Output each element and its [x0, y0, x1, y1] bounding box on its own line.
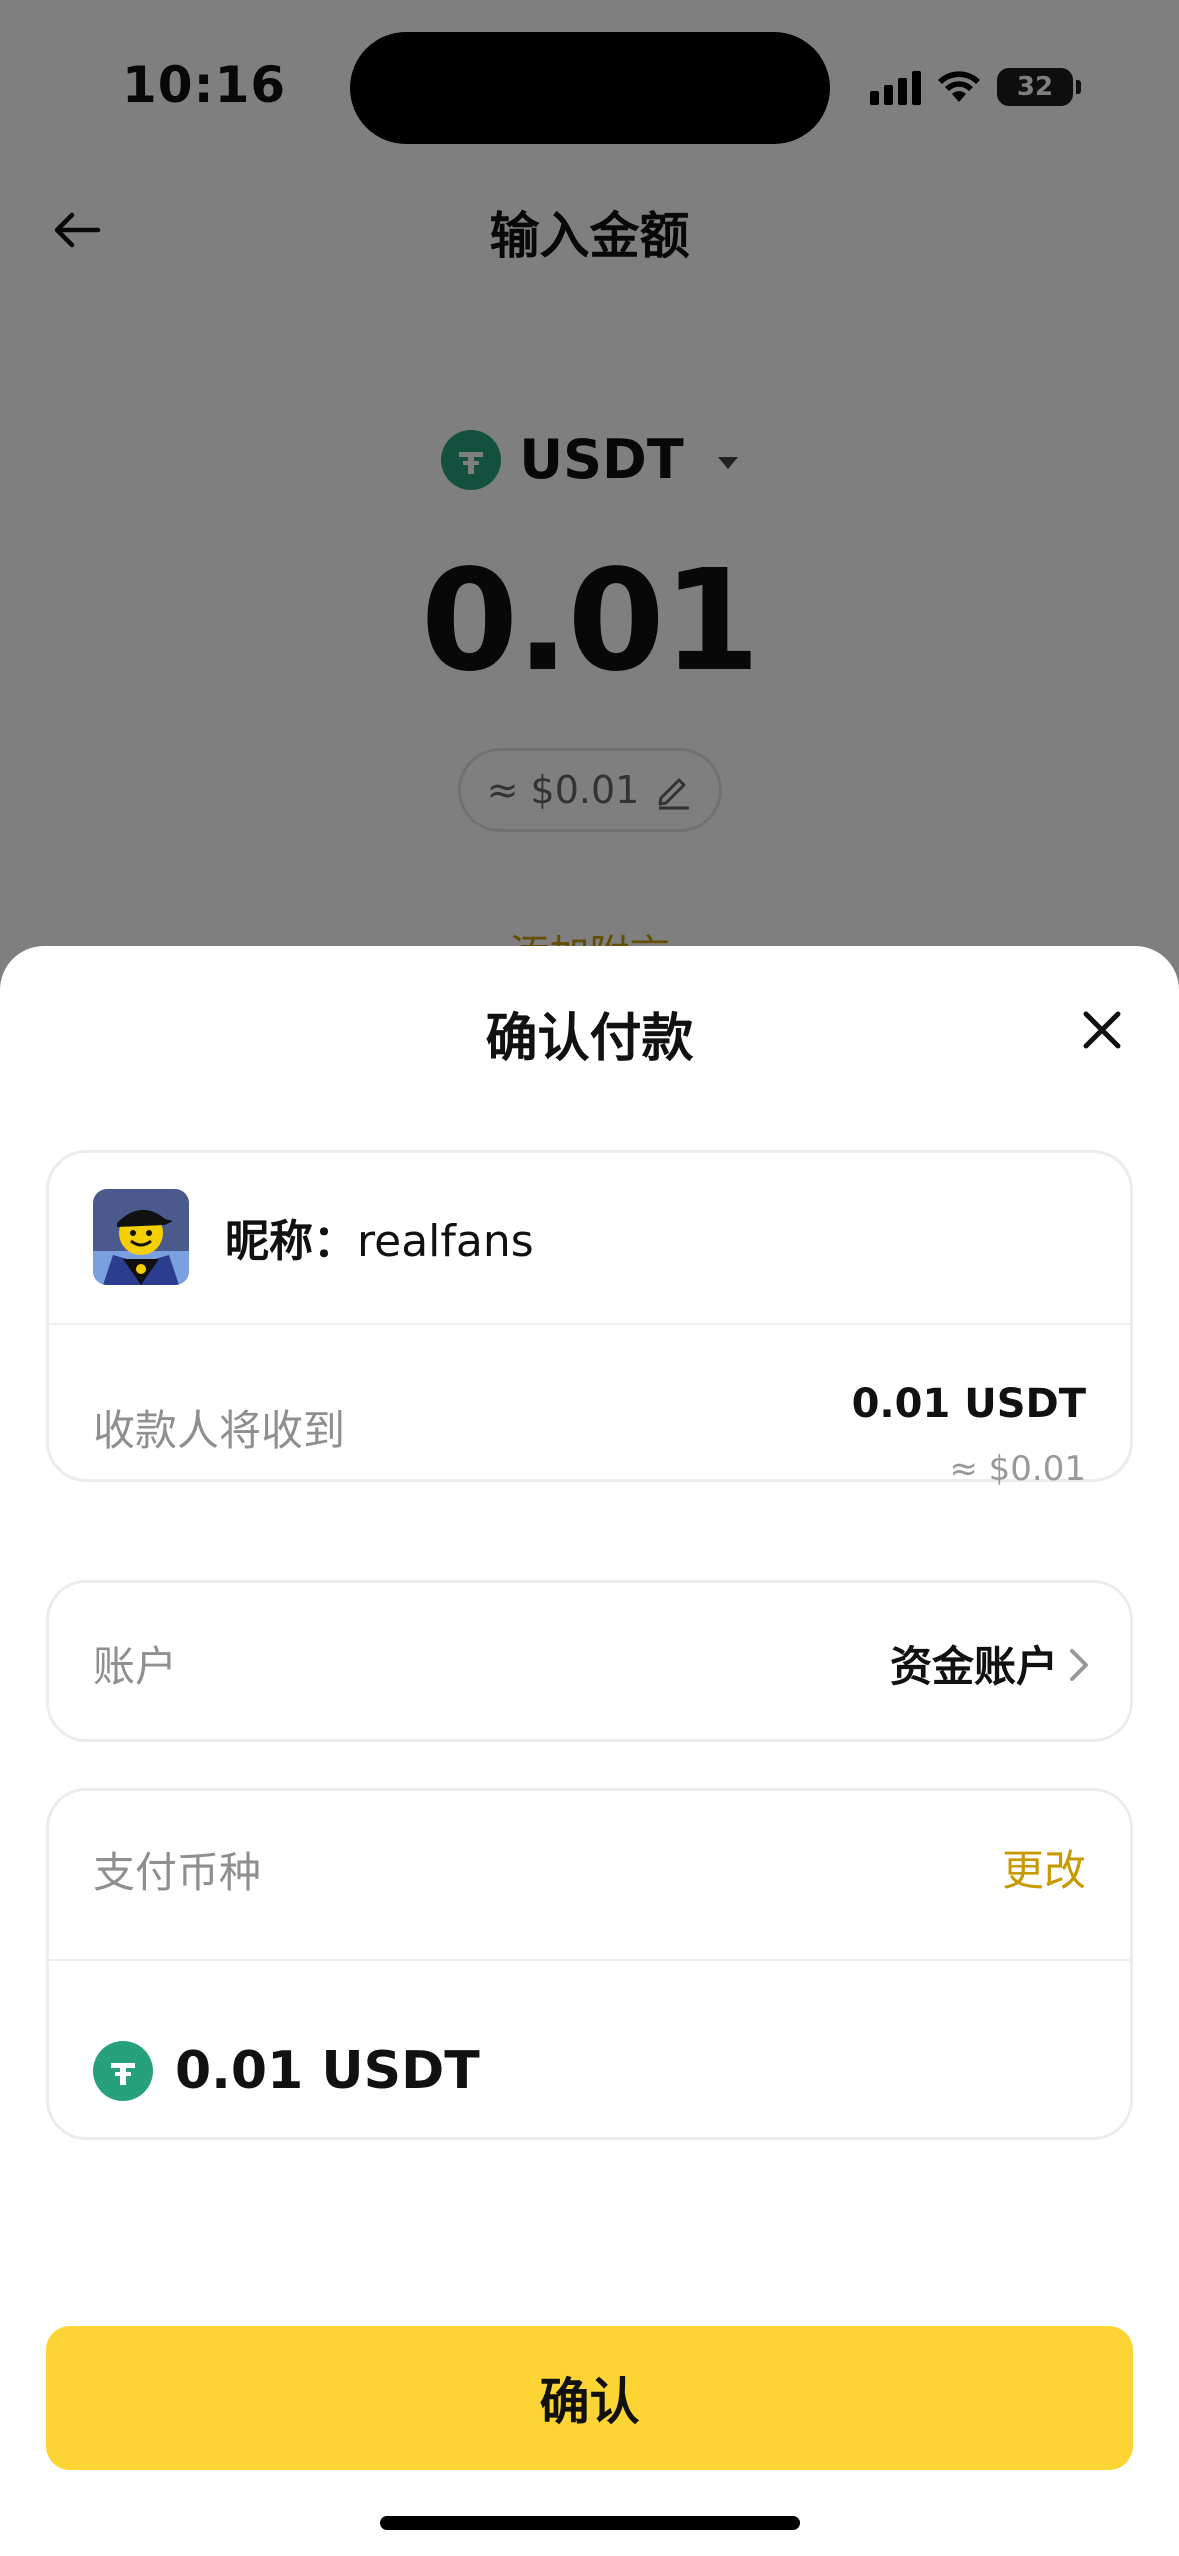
pay-currency-amount: 0.01 USDT [175, 2041, 480, 2101]
pay-currency-label: 支付币种 [93, 1848, 262, 1897]
divider [49, 1959, 1130, 1961]
account-value: 资金账户 [889, 1642, 1058, 1691]
change-currency-link[interactable]: 更改 [1002, 1837, 1086, 1898]
confirm-payment-sheet: 确认付款 昵称：realfans 收款人将收到 0.01 USDT ≈ $0.0… [0, 946, 1179, 2556]
confirm-button[interactable]: 确认 [46, 2326, 1133, 2470]
tether-icon [93, 2041, 153, 2101]
recipient-nickname: 昵称：realfans [225, 1205, 534, 1269]
sheet-title: 确认付款 [485, 1009, 694, 1069]
divider [49, 1323, 1130, 1325]
receive-amount: 0.01 USDT [851, 1381, 1086, 1427]
receive-label: 收款人将收到 [93, 1406, 346, 1455]
home-indicator[interactable] [380, 2516, 800, 2530]
receive-fiat-estimate: ≈ $0.01 [949, 1449, 1086, 1489]
account-label: 账户 [93, 1642, 178, 1691]
avatar [93, 1189, 189, 1285]
pay-currency-card: 支付币种 更改 0.01 USDT [46, 1788, 1133, 2140]
account-row[interactable]: 账户 资金账户 [46, 1580, 1133, 1742]
pay-currency-amount-row: 0.01 USDT [93, 2041, 480, 2101]
chevron-right-icon [1070, 1649, 1088, 1681]
close-icon[interactable] [1078, 1006, 1126, 1054]
nickname-value: realfans [357, 1216, 534, 1267]
recipient-card: 昵称：realfans 收款人将收到 0.01 USDT ≈ $0.01 [46, 1150, 1133, 1489]
nickname-label: 昵称： [225, 1216, 357, 1267]
